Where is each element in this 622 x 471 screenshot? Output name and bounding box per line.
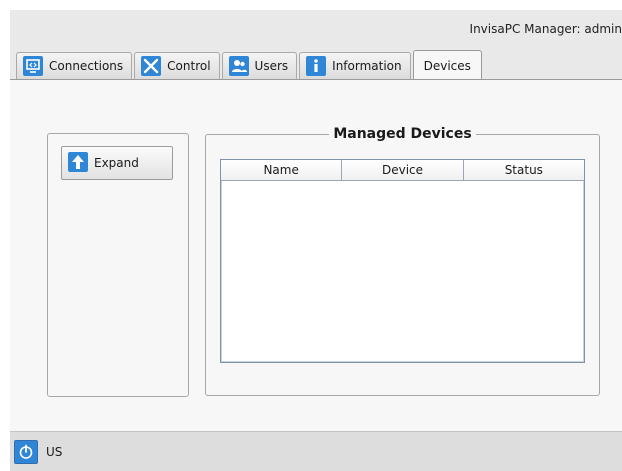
tab-label: Control: [167, 59, 211, 73]
window-title: InvisaPC Manager: admin: [469, 22, 622, 36]
expand-button[interactable]: Expand: [61, 146, 173, 180]
power-icon: [19, 444, 33, 459]
column-header-status[interactable]: Status: [464, 160, 584, 180]
table-header: Name Device Status: [221, 160, 584, 181]
tab-label: Devices: [423, 58, 471, 73]
tab-information[interactable]: Information: [299, 52, 411, 79]
keyboard-layout-button[interactable]: [14, 439, 38, 464]
tab-devices[interactable]: Devices: [412, 50, 482, 80]
column-header-device[interactable]: Device: [342, 160, 464, 180]
expand-icon: [68, 151, 88, 175]
devices-panel: Expand Managed Devices Name Device Statu…: [10, 79, 622, 432]
tab-connections[interactable]: Connections: [16, 52, 133, 79]
actions-box: Expand: [47, 133, 189, 397]
tab-label: Connections: [49, 59, 124, 73]
managed-devices-group: Managed Devices Name Device Status: [205, 126, 600, 396]
tab-bar: Connections Control Users Information De…: [16, 49, 484, 80]
expand-label: Expand: [94, 156, 139, 170]
status-bar: US: [10, 431, 622, 471]
users-icon: [228, 56, 249, 76]
devices-table[interactable]: Name Device Status: [220, 159, 585, 363]
tab-label: Users: [254, 59, 289, 73]
info-icon: [306, 56, 327, 76]
app-window: InvisaPC Manager: admin Connections Cont…: [10, 10, 622, 471]
tab-label: Information: [332, 59, 402, 73]
keyboard-layout-label: US: [46, 444, 63, 459]
control-icon: [141, 56, 162, 76]
tab-control[interactable]: Control: [134, 52, 220, 79]
connections-icon: [23, 56, 43, 76]
group-title: Managed Devices: [329, 126, 476, 142]
column-header-name[interactable]: Name: [221, 160, 343, 180]
tab-users[interactable]: Users: [221, 52, 298, 79]
